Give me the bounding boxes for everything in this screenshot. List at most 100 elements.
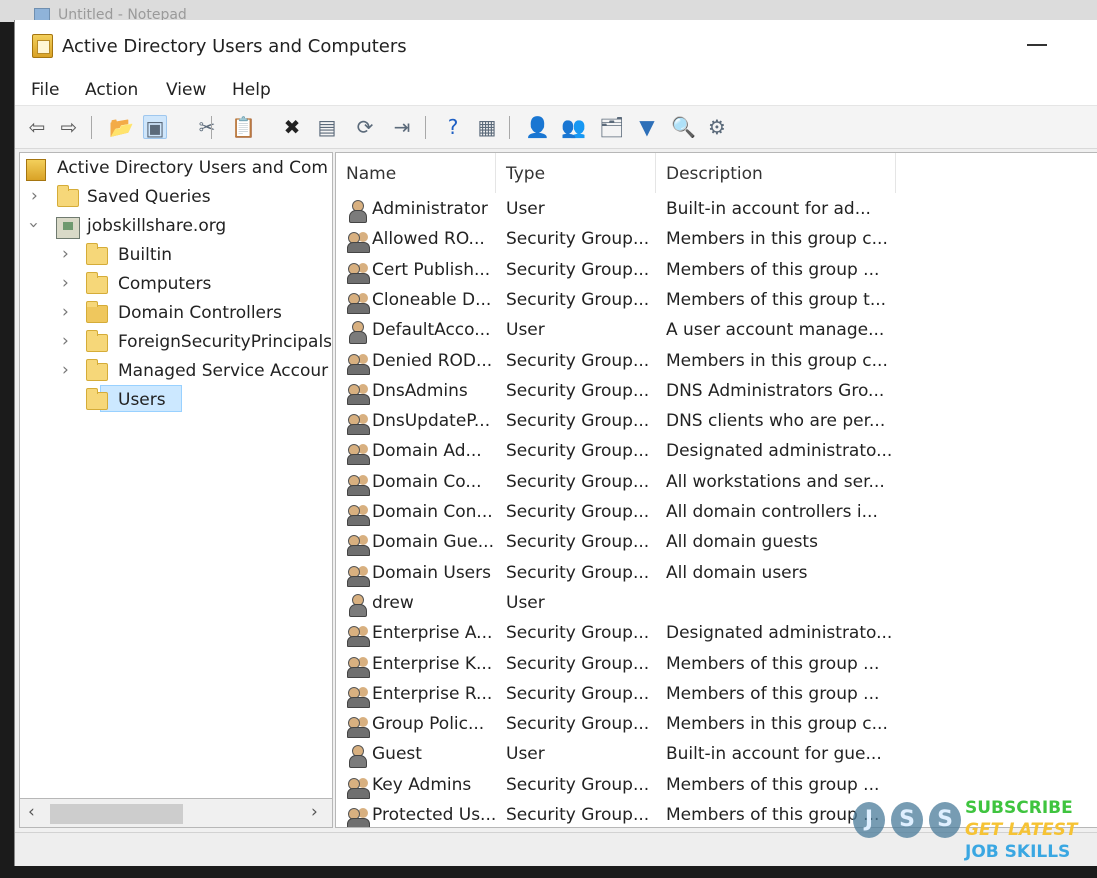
find-icon-glyph: 🔍 xyxy=(671,115,696,139)
action-pane-icon[interactable]: ▦ xyxy=(475,115,499,139)
table-row[interactable]: Cert Publish... Security Group... Members … xyxy=(336,256,1097,286)
cell-type: User xyxy=(506,320,545,341)
help-icon[interactable]: ? xyxy=(441,115,465,139)
toolbar-separator xyxy=(91,116,92,139)
cell-type: Security Group... xyxy=(506,380,650,401)
copy-icon-glyph: 📋 xyxy=(231,115,256,139)
table-row[interactable]: DefaultAcco... User A user account manage.… xyxy=(336,316,1097,346)
cell-name: drew xyxy=(372,592,414,613)
watermark-letter: J xyxy=(853,802,885,838)
table-row[interactable]: Allowed RO... Security Group... Members in… xyxy=(336,225,1097,255)
toolbar-separator xyxy=(509,116,510,139)
cell-type: Security Group... xyxy=(506,259,650,280)
create-ou-icon[interactable]: 🗂 xyxy=(599,115,624,139)
filter-icon[interactable]: ▼ xyxy=(635,115,659,139)
tree-item-builtin[interactable]: › Builtin xyxy=(20,242,332,270)
column-header-description[interactable]: Description xyxy=(666,153,896,193)
aduc-root-icon xyxy=(26,159,46,181)
table-row[interactable]: Domain Gue... Security Group... All domain… xyxy=(336,528,1097,558)
tree-item-domain[interactable]: › jobskillshare.org xyxy=(20,213,332,241)
up-folder-icon[interactable]: 📂 xyxy=(109,115,134,139)
tree-item-domain-controllers[interactable]: › Domain Controllers xyxy=(20,300,332,328)
tree-root-label: Active Directory Users and Com xyxy=(57,158,328,178)
chevron-right-icon[interactable]: › xyxy=(62,244,69,264)
group-icon xyxy=(346,228,370,254)
cell-name: Key Admins xyxy=(372,774,472,795)
chevron-right-icon[interactable]: › xyxy=(62,273,69,293)
table-row[interactable]: Domain Users Security Group... All domain … xyxy=(336,559,1097,589)
scroll-thumb[interactable] xyxy=(50,804,183,824)
menu-help[interactable]: Help xyxy=(232,80,271,100)
group-icon xyxy=(346,259,370,284)
tree-item-users[interactable]: Users xyxy=(20,387,332,415)
menu-view[interactable]: View xyxy=(166,80,206,100)
tree-item-label: Computers xyxy=(118,274,212,294)
folder-icon xyxy=(86,359,108,381)
table-row[interactable]: Denied ROD... Security Group... Members in… xyxy=(336,347,1097,377)
column-header-name[interactable]: Name xyxy=(346,153,496,193)
table-row[interactable]: drew User xyxy=(336,589,1097,619)
cell-description: Members of this group t... xyxy=(666,289,887,310)
menu-file[interactable]: File xyxy=(31,80,59,100)
table-row[interactable]: DnsAdmins Security Group... DNS Administra… xyxy=(336,377,1097,407)
user-icon xyxy=(346,198,370,223)
minimize-button[interactable] xyxy=(1027,44,1047,46)
chevron-down-icon[interactable]: › xyxy=(23,222,43,229)
export-list-icon[interactable]: ⇥ xyxy=(390,115,414,139)
scroll-left-icon[interactable]: ‹ xyxy=(28,802,35,822)
create-user-icon[interactable]: 👤 xyxy=(525,115,550,139)
chevron-right-icon[interactable]: › xyxy=(62,331,69,351)
cell-type: Security Group... xyxy=(506,774,650,795)
table-row[interactable]: Enterprise A... Security Group... Designat… xyxy=(336,619,1097,649)
group-icon xyxy=(346,653,370,678)
scroll-right-icon[interactable]: › xyxy=(311,802,318,822)
tree-item-label: ForeignSecurityPrincipals xyxy=(118,332,333,352)
table-row[interactable]: Cloneable D... Security Group... Members o… xyxy=(336,286,1097,316)
back-icon[interactable]: ⇦ xyxy=(25,115,49,139)
chevron-right-icon[interactable]: › xyxy=(62,302,69,322)
chevron-right-icon[interactable]: › xyxy=(62,360,69,380)
tree-item-saved-queries[interactable]: › Saved Queries xyxy=(20,184,332,212)
create-group-icon[interactable]: 👥 xyxy=(561,115,586,139)
menu-action[interactable]: Action xyxy=(85,80,138,100)
table-row[interactable]: Administrator User Built-in account for ad… xyxy=(336,195,1097,225)
chevron-right-icon[interactable]: › xyxy=(31,186,38,206)
delete-icon[interactable]: ✖ xyxy=(280,115,304,139)
create-user-icon-glyph: 👤 xyxy=(525,115,550,139)
find-icon[interactable]: 🔍 xyxy=(671,115,696,139)
table-row[interactable]: Domain Con... Security Group... All domain… xyxy=(336,498,1097,528)
title-bar[interactable]: Active Directory Users and Computers xyxy=(15,20,1097,72)
table-row[interactable]: Guest User Built-in account for gue... xyxy=(336,740,1097,770)
tree-item-computers[interactable]: › Computers xyxy=(20,271,332,299)
toolbar-separator xyxy=(211,116,212,139)
table-row[interactable]: DnsUpdateP... Security Group... DNS client… xyxy=(336,407,1097,437)
tree-horizontal-scrollbar[interactable]: ‹ › xyxy=(19,798,333,828)
cell-name: Enterprise R... xyxy=(372,683,493,704)
group-icon xyxy=(346,713,370,739)
tree-item-foreign-security-principals[interactable]: › ForeignSecurityPrincipals xyxy=(20,329,333,357)
show-console-tree-icon[interactable]: ▣ xyxy=(143,115,167,140)
cut-icon[interactable]: ✂ xyxy=(195,115,219,139)
cell-type: Security Group... xyxy=(506,623,650,644)
tree-root[interactable]: Active Directory Users and Com xyxy=(20,155,332,183)
forward-icon[interactable]: ⇨ xyxy=(57,115,81,139)
copy-icon[interactable]: 📋 xyxy=(231,115,256,139)
table-row[interactable]: Group Polic... Security Group... Members i… xyxy=(336,710,1097,740)
column-header-type[interactable]: Type xyxy=(506,153,656,193)
action-pane-icon-glyph: ▦ xyxy=(477,115,497,139)
folder-icon xyxy=(86,330,108,352)
table-row[interactable]: Domain Ad... Security Group... Designated … xyxy=(336,437,1097,467)
cell-name: Group Polic... xyxy=(372,714,485,735)
add-to-group-icon[interactable]: ⚙ xyxy=(705,115,729,139)
properties-icon[interactable]: ▤ xyxy=(315,115,339,139)
group-icon xyxy=(346,410,370,436)
cell-name: Administrator xyxy=(372,199,488,219)
table-row[interactable]: Enterprise K... Security Group... Members … xyxy=(336,650,1097,680)
table-row[interactable]: Domain Co... Security Group... All worksta… xyxy=(336,468,1097,498)
table-row[interactable]: Enterprise R... Security Group... Members … xyxy=(336,680,1097,710)
console-tree: Active Directory Users and Com › Saved Q… xyxy=(19,152,333,828)
tree-item-managed-service-accounts[interactable]: › Managed Service Accour xyxy=(20,358,332,386)
refresh-icon[interactable]: ⟳ xyxy=(353,115,377,139)
help-icon-glyph: ? xyxy=(447,115,459,139)
cell-name: Domain Gue... xyxy=(372,532,494,553)
